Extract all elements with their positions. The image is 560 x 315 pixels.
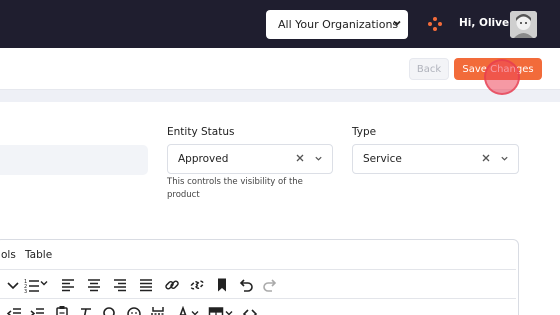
organization-select[interactable]: All Your Organizations [266, 10, 408, 39]
chevron-down-icon[interactable] [314, 154, 323, 163]
action-bar: Back Save Changes [0, 48, 560, 90]
clear-icon[interactable] [295, 153, 305, 163]
organization-select-value: All Your Organizations [278, 18, 399, 31]
chevron-down-icon[interactable] [224, 308, 234, 315]
user-greeting: Hi, Oliver [459, 17, 515, 29]
editor-toolbar-row-1: 1 2 3 [0, 269, 516, 298]
chevron-down-icon[interactable] [500, 154, 509, 163]
top-nav-bar: All Your Organizations Hi, Oliver [0, 0, 560, 48]
entity-status-value: Approved [178, 153, 229, 165]
align-center-icon[interactable] [86, 277, 102, 293]
click-indicator [484, 59, 520, 95]
emoji-icon[interactable] [126, 306, 142, 315]
clear-icon[interactable] [481, 153, 491, 163]
bookmark-icon[interactable] [214, 277, 230, 293]
entity-status-select[interactable]: Approved [167, 144, 333, 174]
redo-icon[interactable] [262, 277, 278, 293]
product-form-panel: Entity Status Approved This controls the… [0, 102, 560, 315]
align-right-icon[interactable] [112, 277, 128, 293]
align-left-icon[interactable] [60, 277, 76, 293]
chevron-down-icon[interactable] [5, 277, 21, 293]
entity-status-help: This controls the visibility of the prod… [167, 177, 303, 200]
table-icon[interactable] [208, 306, 224, 315]
align-justify-icon[interactable] [138, 277, 154, 293]
search-icon[interactable] [102, 306, 118, 315]
chevron-down-icon [393, 20, 401, 26]
chevron-down-icon[interactable] [190, 308, 200, 315]
text-color-icon[interactable] [175, 306, 191, 315]
editor-toolbar-row-2 [0, 298, 516, 315]
avatar[interactable] [510, 11, 537, 38]
svg-text:3: 3 [24, 289, 27, 293]
indent-icon[interactable] [29, 306, 45, 315]
clear-formatting-icon[interactable] [78, 306, 94, 315]
menu-item-table[interactable]: Table [25, 249, 52, 261]
entity-status-label: Entity Status [167, 126, 235, 138]
name-input[interactable] [0, 145, 148, 175]
chevron-down-icon[interactable] [39, 278, 49, 288]
back-button[interactable]: Back [409, 58, 449, 80]
unlink-icon[interactable] [189, 277, 205, 293]
type-label: Type [352, 126, 377, 138]
outdent-icon[interactable] [6, 306, 22, 315]
rich-text-editor: ols Table 1 2 3 [0, 239, 519, 315]
page-break-icon[interactable] [150, 306, 166, 315]
paste-icon[interactable] [54, 305, 70, 315]
numbered-list-icon[interactable]: 1 2 3 [24, 277, 40, 293]
menu-item-tools[interactable]: ols [1, 249, 16, 261]
user-avatar-icon [510, 11, 537, 38]
apps-icon[interactable] [427, 16, 443, 32]
type-value: Service [363, 153, 402, 165]
link-icon[interactable] [164, 277, 180, 293]
undo-icon[interactable] [238, 277, 254, 293]
code-icon[interactable] [242, 306, 258, 315]
type-select[interactable]: Service [352, 144, 519, 174]
